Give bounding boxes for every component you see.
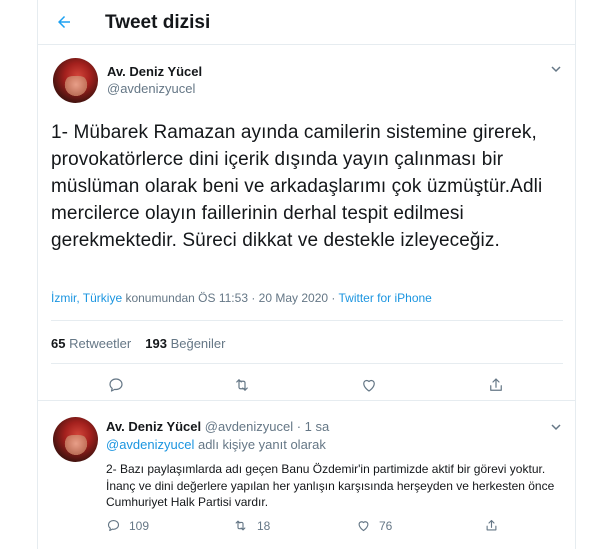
reply-icon: [107, 519, 120, 532]
avatar[interactable]: [53, 58, 98, 103]
tweet-stats: 65 Retweetler 193 Beğeniler: [51, 336, 226, 351]
author-name[interactable]: Av. Deniz Yücel: [107, 64, 202, 79]
reply-to-handle-link[interactable]: @avdenizyucel: [106, 437, 194, 452]
retweet-icon: [235, 520, 246, 531]
share-button[interactable]: [486, 375, 506, 395]
reply-to-suffix: adlı kişiye yanıt olarak: [194, 437, 326, 452]
back-arrow-icon: [58, 16, 70, 28]
share-icon: [490, 378, 502, 391]
like-count: 76: [379, 518, 393, 533]
back-button[interactable]: [51, 9, 77, 35]
likes-stat[interactable]: 193 Beğeniler: [145, 336, 225, 351]
reply-count: 109: [129, 518, 150, 533]
location-link[interactable]: İzmir, Türkiye: [51, 291, 122, 305]
retweets-label: Retweetler: [69, 336, 132, 351]
reply-menu-button[interactable]: [548, 419, 564, 435]
reply-handle-time[interactable]: @avdenizyucel · 1 sa: [205, 419, 329, 434]
like-icon: [358, 521, 369, 532]
divider: [51, 363, 563, 364]
tweet-thread-panel: Tweet dizisi Av. Deniz Yücel @avdenizyuc…: [37, 0, 576, 549]
reply-author-name[interactable]: Av. Deniz Yücel: [106, 419, 201, 434]
retweet-count: 18: [257, 518, 271, 533]
retweet-button[interactable]: [232, 375, 252, 395]
reply-icon: [109, 378, 123, 392]
divider: [51, 320, 563, 321]
tweet-meta: İzmir, Türkiye konumundan ÖS 11:53 · 20 …: [51, 291, 432, 305]
meta-timestamp: konumundan ÖS 11:53 · 20 May 2020 ·: [122, 291, 339, 305]
reply-share-button[interactable]: [484, 518, 499, 533]
share-icon: [486, 519, 497, 531]
reply-header: Av. Deniz Yücel @avdenizyucel · 1 sa: [106, 419, 329, 434]
like-button[interactable]: [359, 375, 379, 395]
reply-like-button[interactable]: 76: [356, 518, 392, 533]
reply-tweet[interactable]: Av. Deniz Yücel @avdenizyucel · 1 sa @av…: [38, 402, 575, 549]
reply-retweet-button[interactable]: 18: [232, 518, 270, 533]
likes-count: 193: [145, 336, 167, 351]
main-tweet: Av. Deniz Yücel @avdenizyucel 1- Mübarek…: [38, 45, 575, 401]
like-icon: [363, 379, 375, 392]
reply-text: 2- Bazı paylaşımlarda adı geçen Banu Özd…: [106, 462, 555, 509]
reply-button[interactable]: [106, 375, 126, 395]
likes-label: Beğeniler: [170, 336, 226, 351]
retweets-stat[interactable]: 65 Retweetler: [51, 336, 131, 351]
replying-to: @avdenizyucel adlı kişiye yanıt olarak: [106, 437, 326, 452]
chevron-down-icon: [551, 424, 561, 431]
chevron-down-icon: [551, 66, 561, 73]
tweet-text: 1- Mübarek Ramazan ayında camilerin sist…: [51, 122, 543, 251]
source-link[interactable]: Twitter for iPhone: [338, 291, 431, 305]
page-title: Tweet dizisi: [105, 12, 211, 33]
avatar[interactable]: [53, 417, 98, 462]
tweet-menu-button[interactable]: [548, 61, 564, 77]
reply-reply-button[interactable]: 109: [106, 518, 149, 533]
thread-header: Tweet dizisi: [38, 0, 575, 45]
author-handle[interactable]: @avdenizyucel: [107, 81, 195, 96]
retweet-icon: [236, 379, 248, 391]
retweets-count: 65: [51, 336, 66, 351]
